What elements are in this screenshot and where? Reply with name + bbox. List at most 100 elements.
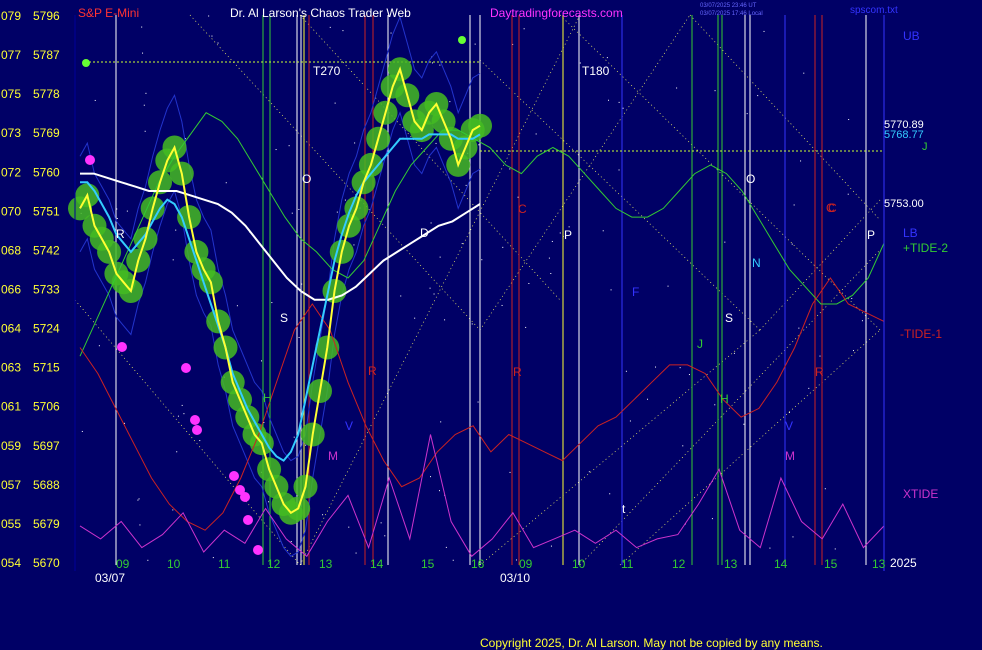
star-dot bbox=[439, 64, 441, 66]
magenta-point bbox=[190, 415, 200, 425]
x-hour-label: 09 bbox=[519, 557, 533, 571]
lb-label: LB bbox=[903, 226, 918, 240]
date-label-1: 03/07 bbox=[95, 571, 125, 585]
annotation-letter: R bbox=[116, 227, 125, 241]
star-dot bbox=[445, 546, 447, 548]
star-dot bbox=[336, 211, 338, 213]
star-dot bbox=[667, 285, 669, 287]
x-hour-label: 15 bbox=[421, 557, 435, 571]
star-dot bbox=[176, 451, 178, 453]
star-dot bbox=[501, 304, 503, 306]
t270-label: T270 bbox=[313, 64, 341, 78]
star-dot bbox=[851, 297, 853, 299]
star-dot bbox=[515, 559, 517, 561]
star-dot bbox=[293, 436, 295, 438]
star-dot bbox=[329, 26, 331, 28]
y-price-label: 5742 bbox=[33, 243, 60, 257]
star-dot bbox=[606, 57, 608, 59]
star-dot bbox=[465, 184, 467, 186]
star-dot bbox=[275, 149, 277, 151]
star-dot bbox=[449, 101, 451, 103]
star-dot bbox=[608, 99, 610, 101]
star-dot bbox=[181, 404, 183, 406]
star-dot bbox=[139, 524, 141, 526]
y-price-label: 5679 bbox=[33, 517, 60, 531]
star-dot bbox=[98, 345, 100, 347]
star-dot bbox=[523, 28, 525, 30]
y-code-label: 063 bbox=[1, 361, 21, 375]
x-hour-label: 13 bbox=[724, 557, 738, 571]
star-dot bbox=[305, 444, 307, 446]
star-dot bbox=[291, 212, 293, 214]
y-code-label: 079 bbox=[1, 9, 21, 23]
y-code-label: 055 bbox=[1, 517, 21, 531]
y-code-label: 077 bbox=[1, 48, 21, 62]
file-name: spscom.txt bbox=[850, 5, 898, 16]
y-code-label: 064 bbox=[1, 322, 21, 336]
y-price-label: 5733 bbox=[33, 283, 60, 297]
star-dot bbox=[322, 514, 324, 516]
y-price-label: 5796 bbox=[33, 9, 60, 23]
star-dot bbox=[124, 422, 126, 424]
annotation-letter: J bbox=[697, 337, 703, 351]
x-hour-label: 15 bbox=[824, 557, 838, 571]
star-dot bbox=[769, 547, 771, 549]
star-dot bbox=[847, 193, 849, 195]
y-price-label: 5715 bbox=[33, 361, 60, 375]
star-dot bbox=[452, 559, 454, 561]
star-dot bbox=[212, 557, 214, 559]
y-code-label: 072 bbox=[1, 165, 21, 179]
star-dot bbox=[588, 471, 590, 473]
star-dot bbox=[144, 130, 146, 132]
chaos-trader-chart: RSHOMVRCPCRJSNOHVMRCPtDF S&P E-Mini Dr. … bbox=[1, 3, 948, 650]
star-dot bbox=[743, 423, 745, 425]
star-dot bbox=[861, 320, 863, 322]
star-dot bbox=[353, 244, 355, 246]
annotation-letter: M bbox=[785, 449, 795, 463]
y-price-label: 5670 bbox=[33, 556, 60, 570]
y-code-label: 070 bbox=[1, 204, 21, 218]
star-dot bbox=[602, 230, 604, 232]
star-dot bbox=[629, 420, 631, 422]
y-code-label: 066 bbox=[1, 283, 21, 297]
stamp-ut: 03/07/2025 23:46 UT bbox=[700, 3, 757, 9]
star-dot bbox=[618, 169, 620, 171]
star-dot bbox=[138, 498, 140, 500]
star-dot bbox=[288, 145, 290, 147]
magenta-point bbox=[192, 425, 202, 435]
green-high-point bbox=[82, 59, 90, 67]
star-dot bbox=[733, 352, 735, 354]
star-dot bbox=[834, 548, 836, 550]
star-dot bbox=[714, 90, 716, 92]
star-dot bbox=[824, 488, 826, 490]
star-dot bbox=[711, 518, 713, 520]
annotation-letter: P bbox=[564, 228, 572, 242]
y-code-label: 054 bbox=[1, 556, 21, 570]
annotation-letter: V bbox=[345, 419, 353, 433]
date-label-2: 03/10 bbox=[500, 571, 530, 585]
annotation-letter: N bbox=[752, 256, 761, 270]
x-hour-label: 14 bbox=[370, 557, 384, 571]
y-code-label: 061 bbox=[1, 400, 21, 414]
star-dot bbox=[268, 501, 270, 503]
star-dot bbox=[143, 104, 145, 106]
star-dot bbox=[217, 42, 219, 44]
star-dot bbox=[793, 204, 795, 206]
x-hour-label: 12 bbox=[267, 557, 281, 571]
magenta-point bbox=[181, 363, 191, 373]
star-dot bbox=[559, 232, 561, 234]
annotation-letter: C bbox=[828, 201, 837, 215]
x-hour-label: 10 bbox=[167, 557, 181, 571]
annotation-letter: R bbox=[815, 365, 824, 379]
site-link[interactable]: Daytradingforecasts.com bbox=[490, 6, 623, 20]
annotation-letter: S bbox=[280, 311, 288, 325]
star-dot bbox=[682, 445, 684, 447]
chart-title: Dr. Al Larson's Chaos Trader Web bbox=[230, 6, 411, 20]
x-hour-label: 11 bbox=[218, 557, 231, 571]
x-hour-label: 12 bbox=[672, 557, 686, 571]
y-price-label: 5688 bbox=[33, 478, 60, 492]
annotation-letter: S bbox=[725, 311, 733, 325]
j-label: J bbox=[922, 141, 928, 153]
tide1-label: -TIDE-1 bbox=[900, 327, 942, 341]
star-dot bbox=[792, 536, 794, 538]
